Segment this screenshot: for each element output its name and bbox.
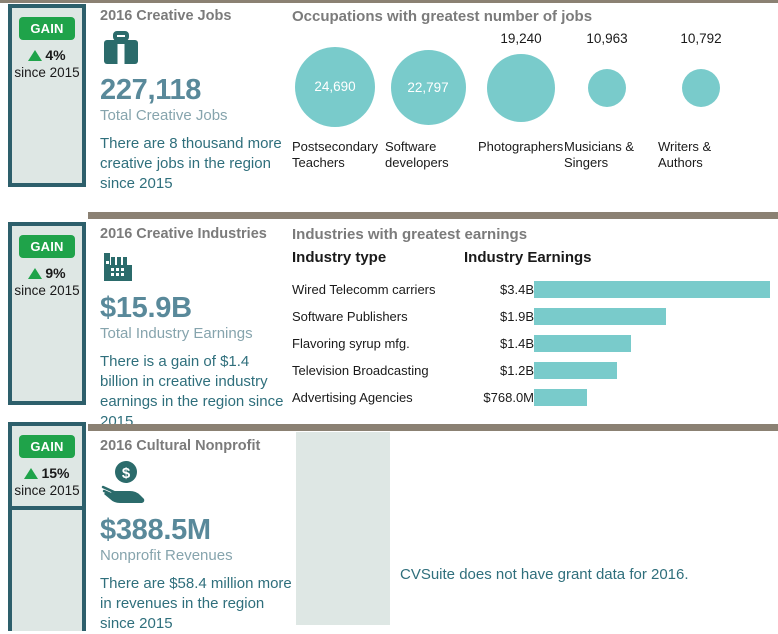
summary-creative-industries: 2016 Creative Industries $15.9B Total In…: [100, 226, 285, 432]
bubble-value: 10,963: [586, 31, 628, 46]
svg-text:$: $: [122, 465, 131, 482]
industry-name: Advertising Agencies: [292, 390, 413, 405]
cvsuite-dashboard: GAIN 4% since 2015 2016 Creative Jobs 22…: [0, 0, 778, 634]
arrow-up-icon: [24, 468, 39, 479]
table-row[interactable]: Advertising Agencies $768.0M: [292, 384, 770, 411]
panel-industries: Industries with greatest earnings Indust…: [292, 226, 770, 411]
section-divider-rule: [88, 424, 778, 431]
kpi-box: GAIN 15% since 2015: [8, 422, 86, 510]
industry-bar-cell: [534, 303, 770, 330]
bubble-label: Musicians & Singers: [564, 139, 635, 171]
bubble-label: Software developers: [385, 139, 449, 171]
industry-earning-value: $1.9B: [500, 309, 534, 324]
kpi-rail-creative-industries: GAIN 9% since 2015: [8, 222, 86, 405]
column-header-industry-type: Industry type: [292, 249, 387, 266]
industry-bar-cell: [534, 276, 770, 303]
arrow-up-icon: [28, 268, 43, 279]
bubble-circle: [588, 69, 626, 107]
bubble-circle: [682, 69, 720, 107]
headline-subtitle: Nonprofit Revenues: [100, 546, 233, 564]
industry-earning-value: $768.0M: [483, 390, 534, 405]
bubble-circle: [487, 54, 555, 122]
section-divider-rule: [88, 212, 778, 219]
bar: [534, 281, 770, 298]
table-header-row: Industry type Industry Earnings: [292, 249, 770, 276]
factory-icon: [100, 247, 285, 293]
status-badge: GAIN: [19, 235, 75, 258]
hand-dollar-icon: $: [100, 459, 295, 515]
table-row[interactable]: Wired Telecomm carriers $3.4B: [292, 276, 770, 303]
bubble-value: 22,797: [407, 80, 449, 95]
change-percent: 9%: [45, 265, 66, 281]
summary-title: 2016 Cultural Nonprofit: [100, 438, 261, 454]
bar: [534, 308, 666, 325]
industry-name: Software Publishers: [292, 309, 408, 324]
section-creative-industries: GAIN 9% since 2015 2016 Creative Industr…: [0, 212, 778, 430]
change-percent-row: 4%: [12, 47, 82, 63]
bubble-value: 24,690: [314, 79, 356, 94]
industry-earning-value: $3.4B: [500, 282, 534, 297]
summary-cultural-nonprofit: 2016 Cultural Nonprofit $ $388.5M Nonpro…: [100, 438, 295, 634]
bar: [534, 362, 618, 379]
status-badge: GAIN: [19, 17, 75, 40]
industry-earning-value: $1.2B: [500, 363, 534, 378]
bubble-label: Photographers: [478, 139, 564, 154]
status-badge: GAIN: [19, 435, 75, 458]
kpi-rail-creative-jobs: GAIN 4% since 2015: [8, 4, 86, 187]
table-row[interactable]: Software Publishers $1.9B: [292, 303, 770, 330]
industry-name: Wired Telecomm carriers: [292, 282, 436, 297]
arrow-up-icon: [28, 50, 43, 61]
industry-name: Television Broadcasting: [292, 363, 429, 378]
table-row[interactable]: Television Broadcasting $1.2B: [292, 357, 770, 384]
bubble-value: 10,792: [680, 31, 722, 46]
industry-earning-value: $1.4B: [500, 336, 534, 351]
headline-number: $388.5M: [100, 514, 211, 547]
section-top-rule: [0, 0, 778, 3]
column-header-industry-earnings: Industry Earnings: [464, 249, 592, 266]
summary-creative-jobs: 2016 Creative Jobs 227,118 Total Creativ…: [100, 8, 285, 194]
panel-title: Industries with greatest earnings: [292, 226, 528, 243]
summary-note: There is a gain of $1.4 billion in creat…: [100, 353, 284, 431]
headline-subtitle: Total Industry Earnings: [100, 324, 253, 342]
change-percent-row: 15%: [12, 465, 82, 481]
kpi-rail-cultural-nonprofit: GAIN 15% since 2015: [8, 422, 86, 631]
table-row[interactable]: Flavoring syrup mfg. $1.4B: [292, 330, 770, 357]
bubble-label: Writers & Authors: [658, 139, 712, 171]
bubble-label: Postsecondary Teachers: [292, 139, 378, 171]
bar: [534, 389, 588, 406]
bubble-chart: 24,690 Postsecondary Teachers 22,797 Sof…: [292, 31, 774, 183]
change-percent: 15%: [41, 465, 70, 481]
change-period: since 2015: [14, 283, 80, 298]
briefcase-icon: [100, 29, 285, 75]
change-period: since 2015: [14, 65, 80, 80]
bar: [534, 335, 632, 352]
bubble-value: 19,240: [500, 31, 542, 46]
summary-note: There are $58.4 million more in revenues…: [100, 575, 292, 633]
summary-title: 2016 Creative Jobs: [100, 8, 232, 24]
empty-state-message: CVSuite does not have grant data for 201…: [400, 566, 689, 583]
panel-title: Occupations with greatest number of jobs: [292, 8, 593, 25]
change-percent-row: 9%: [12, 265, 82, 281]
headline-number: $15.9B: [100, 292, 192, 325]
industry-bar-cell: [534, 384, 770, 411]
change-percent: 4%: [45, 47, 66, 63]
section-creative-jobs: GAIN 4% since 2015 2016 Creative Jobs 22…: [0, 0, 778, 210]
industry-name: Flavoring syrup mfg.: [292, 336, 410, 351]
empty-placeholder-column: [296, 432, 390, 625]
summary-title: 2016 Creative Industries: [100, 226, 267, 242]
headline-number: 227,118: [100, 74, 202, 107]
panel-occupations: Occupations with greatest number of jobs…: [292, 8, 774, 183]
headline-subtitle: Total Creative Jobs: [100, 106, 228, 124]
change-period: since 2015: [14, 483, 80, 498]
industry-bar-cell: [534, 330, 770, 357]
industry-bar-cell: [534, 357, 770, 384]
summary-note: There are 8 thousand more creative jobs …: [100, 135, 282, 193]
section-cultural-nonprofit: GAIN 15% since 2015 2016 Cultural Nonpro…: [0, 422, 778, 634]
industry-earnings-table: Industry type Industry Earnings Wired Te…: [292, 249, 770, 411]
